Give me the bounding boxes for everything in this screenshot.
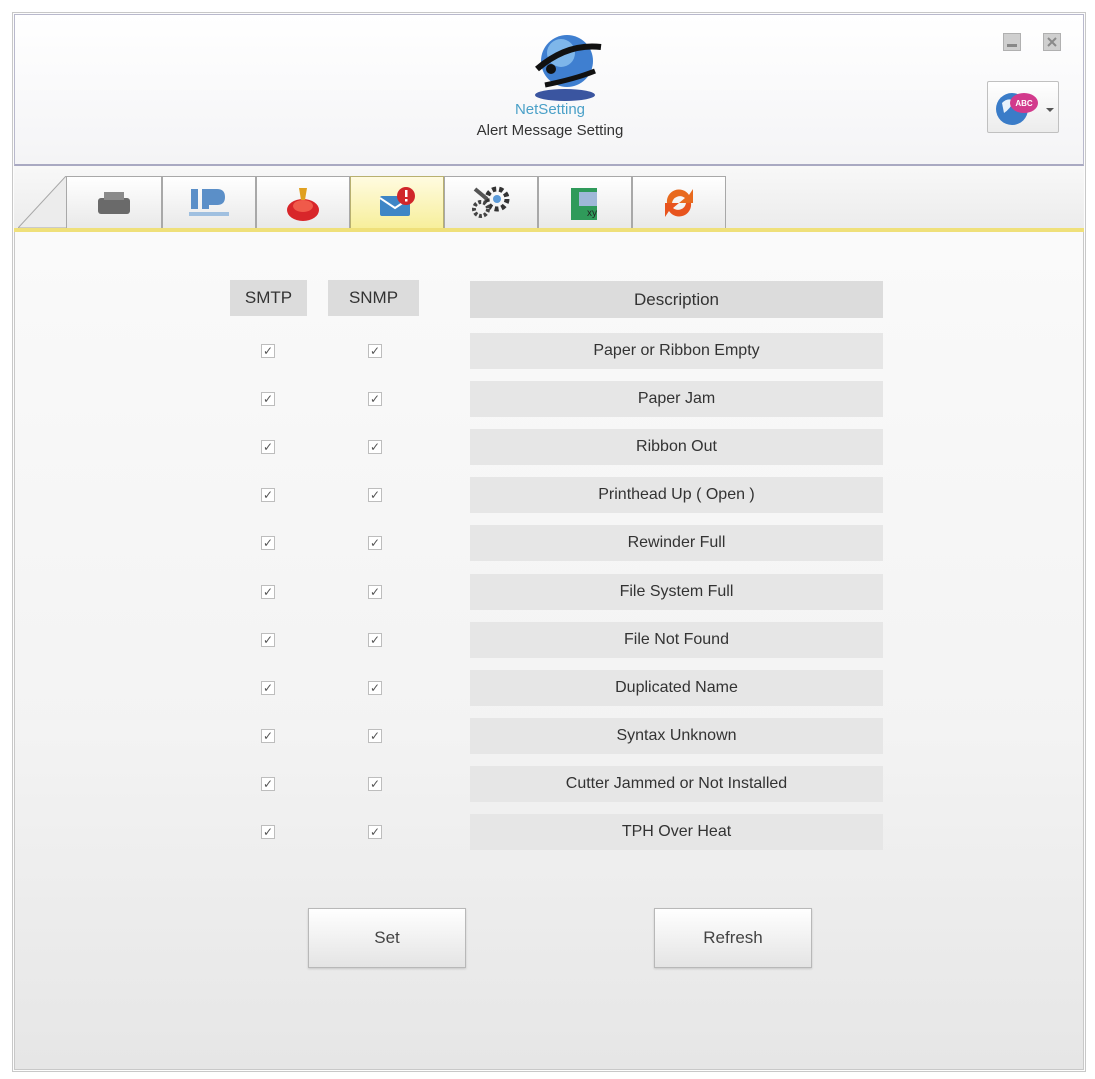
tab-refresh-sync[interactable] <box>632 176 726 228</box>
chevron-down-icon <box>1046 108 1054 112</box>
refresh-sync-icon <box>665 188 693 217</box>
snmp-checkbox[interactable]: ✓ <box>368 440 382 454</box>
smtp-column-header: SMTP <box>230 280 307 316</box>
alert-description: Ribbon Out <box>470 429 883 465</box>
printer-icon <box>98 191 130 214</box>
tab-ip-network[interactable] <box>162 176 256 228</box>
key-file-icon: xy <box>571 187 597 220</box>
close-button[interactable] <box>1043 33 1061 51</box>
set-button[interactable]: Set <box>308 908 466 968</box>
smtp-checkbox[interactable]: ✓ <box>261 488 275 502</box>
minimize-button[interactable] <box>1003 33 1021 51</box>
globe-language-icon: ABC <box>996 93 1038 125</box>
alert-description: Syntax Unknown <box>470 718 883 754</box>
tab-settings[interactable] <box>444 176 538 228</box>
smtp-checkbox[interactable]: ✓ <box>261 777 275 791</box>
smtp-checkbox[interactable]: ✓ <box>261 440 275 454</box>
smtp-checkbox[interactable]: ✓ <box>261 536 275 550</box>
alarm-bell-icon <box>287 187 319 221</box>
snmp-checkbox[interactable]: ✓ <box>368 729 382 743</box>
settings-gears-icon <box>472 186 510 218</box>
tab-alarm[interactable] <box>256 176 350 228</box>
smtp-checkbox[interactable]: ✓ <box>261 633 275 647</box>
alert-message-icon <box>379 186 415 216</box>
page-subtitle: Alert Message Setting <box>476 122 624 139</box>
language-badge-text: ABC <box>1015 99 1033 108</box>
snmp-checkbox[interactable]: ✓ <box>368 633 382 647</box>
minimize-icon <box>1007 44 1017 47</box>
tab-key-file[interactable]: xy <box>538 176 632 228</box>
alert-description: Paper or Ribbon Empty <box>470 333 883 369</box>
ip-network-icon <box>189 188 229 216</box>
alert-description: Rewinder Full <box>470 525 883 561</box>
alert-description: File System Full <box>470 574 883 610</box>
smtp-checkbox[interactable]: ✓ <box>261 585 275 599</box>
alert-description: Duplicated Name <box>470 670 883 706</box>
smtp-checkbox[interactable]: ✓ <box>261 344 275 358</box>
snmp-column-header: SNMP <box>328 280 419 316</box>
alert-description: Printhead Up ( Open ) <box>470 477 883 513</box>
alert-description: Paper Jam <box>470 381 883 417</box>
snmp-checkbox[interactable]: ✓ <box>368 681 382 695</box>
svg-text:xy: xy <box>587 208 597 219</box>
snmp-checkbox[interactable]: ✓ <box>368 536 382 550</box>
smtp-checkbox[interactable]: ✓ <box>261 729 275 743</box>
snmp-checkbox[interactable]: ✓ <box>368 825 382 839</box>
logo-text: NetSetting <box>514 101 586 118</box>
snmp-checkbox[interactable]: ✓ <box>368 777 382 791</box>
smtp-checkbox[interactable]: ✓ <box>261 392 275 406</box>
refresh-button[interactable]: Refresh <box>654 908 812 968</box>
alert-description: TPH Over Heat <box>470 814 883 850</box>
snmp-checkbox[interactable]: ✓ <box>368 488 382 502</box>
tab-printer[interactable] <box>66 176 162 228</box>
smtp-checkbox[interactable]: ✓ <box>261 825 275 839</box>
description-column-header: Description <box>470 281 883 318</box>
snmp-checkbox[interactable]: ✓ <box>368 585 382 599</box>
alert-description: File Not Found <box>470 622 883 658</box>
close-icon <box>1047 37 1057 47</box>
language-dropdown[interactable]: ABC <box>987 81 1059 133</box>
header: NetSetting Alert Message Setting ABC <box>14 14 1084 166</box>
alert-description: Cutter Jammed or Not Installed <box>470 766 883 802</box>
snmp-checkbox[interactable]: ✓ <box>368 392 382 406</box>
smtp-checkbox[interactable]: ✓ <box>261 681 275 695</box>
snmp-checkbox[interactable]: ✓ <box>368 344 382 358</box>
tab-alert-message[interactable] <box>350 176 444 228</box>
